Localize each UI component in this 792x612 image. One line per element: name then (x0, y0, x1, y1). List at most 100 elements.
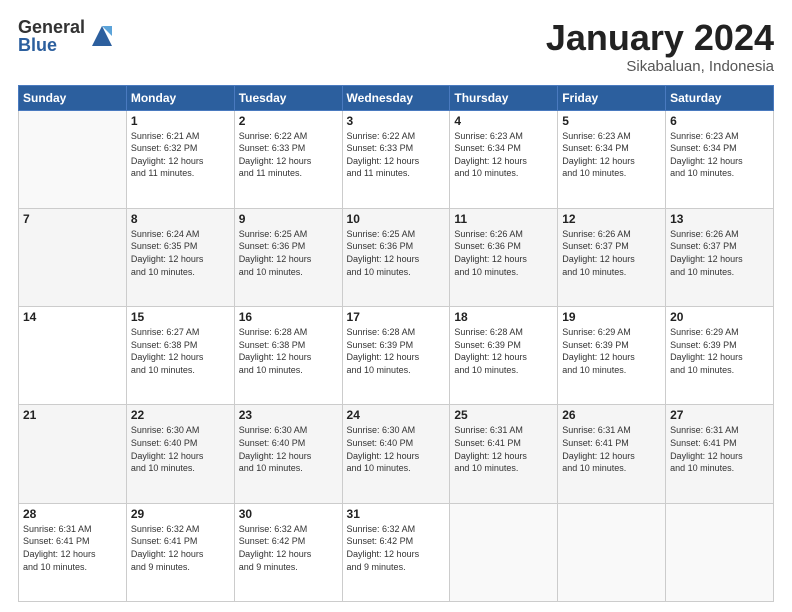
day-info: Sunrise: 6:31 AM Sunset: 6:41 PM Dayligh… (454, 424, 553, 474)
day-info: Sunrise: 6:23 AM Sunset: 6:34 PM Dayligh… (670, 130, 769, 180)
calendar-cell: 11 Sunrise: 6:26 AM Sunset: 6:36 PM Dayli… (450, 208, 558, 306)
calendar-cell: 27 Sunrise: 6:31 AM Sunset: 6:41 PM Dayli… (666, 405, 774, 503)
day-number: 10 (347, 212, 446, 226)
day-info: Sunrise: 6:29 AM Sunset: 6:39 PM Dayligh… (562, 326, 661, 376)
calendar-week-row: 14 15Sunrise: 6:27 AM Sunset: 6:38 PM Day… (19, 307, 774, 405)
day-info: Sunrise: 6:22 AM Sunset: 6:33 PM Dayligh… (347, 130, 446, 180)
calendar-cell: 1 Sunrise: 6:21 AM Sunset: 6:32 PM Daylig… (126, 110, 234, 208)
day-info: Sunrise: 6:32 AM Sunset: 6:41 PM Dayligh… (131, 523, 230, 573)
calendar-cell: 12Sunrise: 6:26 AM Sunset: 6:37 PM Dayli… (558, 208, 666, 306)
day-info: Sunrise: 6:29 AM Sunset: 6:39 PM Dayligh… (670, 326, 769, 376)
day-info: Sunrise: 6:21 AM Sunset: 6:32 PM Dayligh… (131, 130, 230, 180)
calendar-table: SundayMondayTuesdayWednesdayThursdayFrid… (18, 85, 774, 602)
calendar-cell: 10 Sunrise: 6:25 AM Sunset: 6:36 PM Dayli… (342, 208, 450, 306)
day-info: Sunrise: 6:23 AM Sunset: 6:34 PM Dayligh… (562, 130, 661, 180)
day-info: Sunrise: 6:27 AM Sunset: 6:38 PM Dayligh… (131, 326, 230, 376)
day-info: Sunrise: 6:22 AM Sunset: 6:33 PM Dayligh… (239, 130, 338, 180)
calendar-cell: 28 Sunrise: 6:31 AM Sunset: 6:41 PM Dayli… (19, 503, 127, 601)
day-number: 16 (239, 310, 338, 324)
calendar-header-row: SundayMondayTuesdayWednesdayThursdayFrid… (19, 85, 774, 110)
day-number: 29 (131, 507, 230, 521)
calendar-cell: 14 (19, 307, 127, 405)
title-area: January 2024 Sikabaluan, Indonesia (546, 18, 774, 75)
day-number: 30 (239, 507, 338, 521)
day-info: Sunrise: 6:26 AM Sunset: 6:36 PM Dayligh… (454, 228, 553, 278)
calendar-cell: 13 Sunrise: 6:26 AM Sunset: 6:37 PM Dayli… (666, 208, 774, 306)
day-number: 22 (131, 408, 230, 422)
day-info: Sunrise: 6:25 AM Sunset: 6:36 PM Dayligh… (347, 228, 446, 278)
header: General Blue January 2024 Sikabaluan, In… (18, 18, 774, 75)
day-number: 24 (347, 408, 446, 422)
calendar-week-row: 2122Sunrise: 6:30 AM Sunset: 6:40 PM Day… (19, 405, 774, 503)
calendar-cell (558, 503, 666, 601)
day-number: 18 (454, 310, 553, 324)
day-number: 14 (23, 310, 122, 324)
calendar-cell: 8Sunrise: 6:24 AM Sunset: 6:35 PM Daylig… (126, 208, 234, 306)
calendar-week-row: 7 8Sunrise: 6:24 AM Sunset: 6:35 PM Dayli… (19, 208, 774, 306)
calendar-header-friday: Friday (558, 85, 666, 110)
logo-icon (88, 22, 116, 50)
logo-blue: Blue (18, 36, 85, 54)
day-info: Sunrise: 6:31 AM Sunset: 6:41 PM Dayligh… (670, 424, 769, 474)
calendar-cell: 6Sunrise: 6:23 AM Sunset: 6:34 PM Daylig… (666, 110, 774, 208)
day-number: 17 (347, 310, 446, 324)
location: Sikabaluan, Indonesia (546, 58, 774, 75)
day-info: Sunrise: 6:28 AM Sunset: 6:39 PM Dayligh… (454, 326, 553, 376)
calendar-header-saturday: Saturday (666, 85, 774, 110)
calendar-cell: 7 (19, 208, 127, 306)
calendar-cell (19, 110, 127, 208)
page: General Blue January 2024 Sikabaluan, In… (0, 0, 792, 612)
month-title: January 2024 (546, 18, 774, 58)
logo-general: General (18, 18, 85, 36)
day-number: 13 (670, 212, 769, 226)
calendar-cell (666, 503, 774, 601)
calendar-header-tuesday: Tuesday (234, 85, 342, 110)
calendar-header-thursday: Thursday (450, 85, 558, 110)
calendar-cell: 16Sunrise: 6:28 AM Sunset: 6:38 PM Dayli… (234, 307, 342, 405)
logo: General Blue (18, 18, 116, 54)
calendar-cell: 3Sunrise: 6:22 AM Sunset: 6:33 PM Daylig… (342, 110, 450, 208)
calendar-header-monday: Monday (126, 85, 234, 110)
calendar-header-sunday: Sunday (19, 85, 127, 110)
calendar-cell: 15Sunrise: 6:27 AM Sunset: 6:38 PM Dayli… (126, 307, 234, 405)
day-number: 31 (347, 507, 446, 521)
calendar-week-row: 1 Sunrise: 6:21 AM Sunset: 6:32 PM Daylig… (19, 110, 774, 208)
day-number: 19 (562, 310, 661, 324)
calendar-cell: 23Sunrise: 6:30 AM Sunset: 6:40 PM Dayli… (234, 405, 342, 503)
calendar-cell: 2 Sunrise: 6:22 AM Sunset: 6:33 PM Daylig… (234, 110, 342, 208)
calendar-week-row: 28 Sunrise: 6:31 AM Sunset: 6:41 PM Dayli… (19, 503, 774, 601)
day-number: 25 (454, 408, 553, 422)
day-number: 11 (454, 212, 553, 226)
day-info: Sunrise: 6:32 AM Sunset: 6:42 PM Dayligh… (239, 523, 338, 573)
calendar-cell: 4Sunrise: 6:23 AM Sunset: 6:34 PM Daylig… (450, 110, 558, 208)
day-info: Sunrise: 6:28 AM Sunset: 6:39 PM Dayligh… (347, 326, 446, 376)
calendar-cell: 26 Sunrise: 6:31 AM Sunset: 6:41 PM Dayli… (558, 405, 666, 503)
calendar-cell: 22 Sunrise: 6:30 AM Sunset: 6:40 PM Dayli… (126, 405, 234, 503)
calendar-cell: 17 Sunrise: 6:28 AM Sunset: 6:39 PM Dayli… (342, 307, 450, 405)
calendar-cell: 5Sunrise: 6:23 AM Sunset: 6:34 PM Daylig… (558, 110, 666, 208)
day-info: Sunrise: 6:26 AM Sunset: 6:37 PM Dayligh… (670, 228, 769, 278)
calendar-header-wednesday: Wednesday (342, 85, 450, 110)
calendar-cell: 19 Sunrise: 6:29 AM Sunset: 6:39 PM Dayli… (558, 307, 666, 405)
day-number: 23 (239, 408, 338, 422)
day-number: 12 (562, 212, 661, 226)
calendar-cell: 29 Sunrise: 6:32 AM Sunset: 6:41 PM Dayli… (126, 503, 234, 601)
day-number: 28 (23, 507, 122, 521)
calendar-cell: 31 Sunrise: 6:32 AM Sunset: 6:42 PM Dayli… (342, 503, 450, 601)
day-info: Sunrise: 6:23 AM Sunset: 6:34 PM Dayligh… (454, 130, 553, 180)
day-info: Sunrise: 6:31 AM Sunset: 6:41 PM Dayligh… (562, 424, 661, 474)
day-info: Sunrise: 6:32 AM Sunset: 6:42 PM Dayligh… (347, 523, 446, 573)
day-number: 7 (23, 212, 122, 226)
calendar-cell (450, 503, 558, 601)
day-number: 20 (670, 310, 769, 324)
day-number: 26 (562, 408, 661, 422)
day-info: Sunrise: 6:30 AM Sunset: 6:40 PM Dayligh… (131, 424, 230, 474)
calendar-cell: 24Sunrise: 6:30 AM Sunset: 6:40 PM Dayli… (342, 405, 450, 503)
calendar-cell: 20 Sunrise: 6:29 AM Sunset: 6:39 PM Dayli… (666, 307, 774, 405)
day-number: 27 (670, 408, 769, 422)
calendar-cell: 25 Sunrise: 6:31 AM Sunset: 6:41 PM Dayli… (450, 405, 558, 503)
day-info: Sunrise: 6:31 AM Sunset: 6:41 PM Dayligh… (23, 523, 122, 573)
logo-text: General Blue (18, 18, 85, 54)
day-number: 2 (239, 114, 338, 128)
day-number: 1 (131, 114, 230, 128)
